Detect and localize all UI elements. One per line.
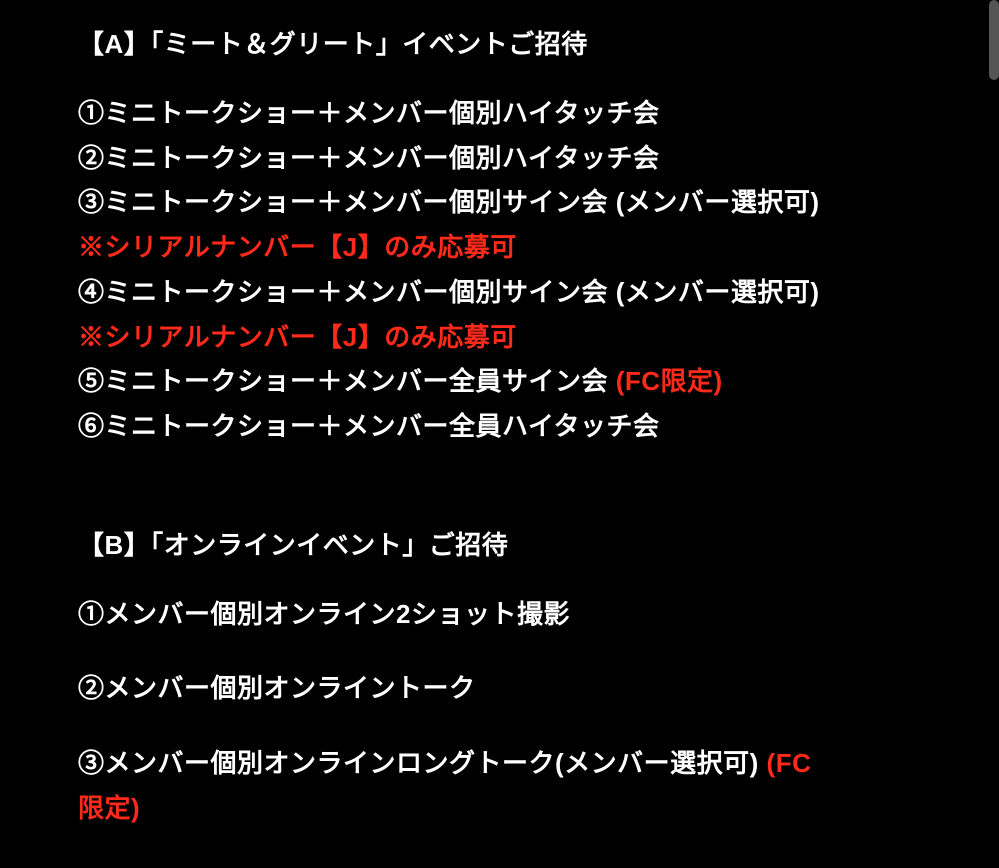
list-item-text: ③メンバー個別オンラインロングトーク(メンバー選択可) [78,748,759,778]
page-content: 【A】「ミート＆グリート」イベントご招待 ①ミニトークショー＋メンバー個別ハイタ… [0,0,999,831]
section-a-list: ①ミニトークショー＋メンバー個別ハイタッチ会 ②ミニトークショー＋メンバー個別ハ… [78,91,921,449]
section-b-list: ①メンバー個別オンライン2ショット撮影 ②メンバー個別オンライントーク ③メンバ… [78,592,921,831]
fc-limited-badge: (FC [759,748,812,778]
list-item: ②ミニトークショー＋メンバー個別ハイタッチ会 [78,136,921,181]
list-item: ①メンバー個別オンライン2ショット撮影 [78,592,921,637]
scrollbar-thumb[interactable] [989,0,999,80]
list-item: ③メンバー個別オンラインロングトーク(メンバー選択可) (FC 限定) [78,741,921,830]
list-item: ④ミニトークショー＋メンバー個別サイン会 (メンバー選択可) [78,270,921,315]
section-b-title: 【B】「オンラインイベント」ご招待 [78,525,921,562]
restriction-note: ※シリアルナンバー【J】のみ応募可 [78,225,921,270]
restriction-note: ※シリアルナンバー【J】のみ応募可 [78,315,921,360]
list-item: ⑥ミニトークショー＋メンバー全員ハイタッチ会 [78,404,921,449]
fc-limited-badge: (FC限定) [608,366,723,396]
section-a-title: 【A】「ミート＆グリート」イベントご招待 [78,24,921,61]
fc-limited-badge: 限定) [78,793,140,823]
list-item: ②メンバー個別オンライントーク [78,666,921,711]
list-item: ③ミニトークショー＋メンバー個別サイン会 (メンバー選択可) [78,180,921,225]
list-item: ⑤ミニトークショー＋メンバー全員サイン会 (FC限定) [78,359,921,404]
list-item: ①ミニトークショー＋メンバー個別ハイタッチ会 [78,91,921,136]
list-item-text: ⑤ミニトークショー＋メンバー全員サイン会 [78,366,608,396]
